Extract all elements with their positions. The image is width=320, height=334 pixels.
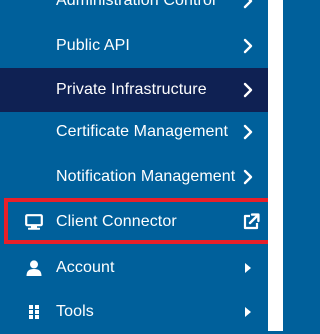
- chevron-right-icon: [243, 169, 253, 185]
- chevron-right-icon: [243, 38, 253, 54]
- sidebar-item-label: Administration Control: [56, 0, 216, 9]
- sidebar-item-label: Account: [56, 259, 115, 276]
- sidebar-item-public-api[interactable]: Public API: [0, 24, 268, 68]
- chevron-right-icon: [243, 124, 253, 140]
- grid-icon: [29, 305, 39, 319]
- sidebar-item-label: Tools: [56, 303, 94, 320]
- sidebar-item-administration-control[interactable]: Administration Control: [0, 0, 268, 16]
- sidebar-item-label: Certificate Management: [56, 123, 229, 140]
- sidebar-item-certificate-management[interactable]: Certificate Management: [0, 110, 268, 154]
- chevron-right-icon: [243, 0, 253, 9]
- scrollbar-track[interactable]: [268, 0, 283, 331]
- sidebar-item-label: Private Infrastructure: [56, 81, 207, 98]
- chevron-right-icon: [243, 82, 253, 98]
- sidebar-item-label: Notification Management: [56, 168, 236, 185]
- sidebar-item-label: Public API: [56, 37, 130, 54]
- sidebar-item-private-infrastructure[interactable]: Private Infrastructure: [0, 68, 268, 112]
- sidebar-item-client-connector[interactable]: Client Connector: [0, 200, 268, 244]
- user-icon: [26, 260, 42, 276]
- monitor-icon: [25, 214, 43, 230]
- caret-right-icon: [245, 263, 251, 273]
- sidebar-item-tools[interactable]: Tools: [0, 290, 268, 334]
- external-link-icon[interactable]: [242, 213, 260, 231]
- sidebar-item-account[interactable]: Account: [0, 246, 268, 290]
- sidebar-item-notification-management[interactable]: Notification Management: [0, 155, 268, 199]
- sidebar-nav: Administration Control Public API Privat…: [0, 0, 268, 331]
- caret-right-icon: [245, 307, 251, 317]
- sidebar-item-label: Client Connector: [56, 213, 177, 230]
